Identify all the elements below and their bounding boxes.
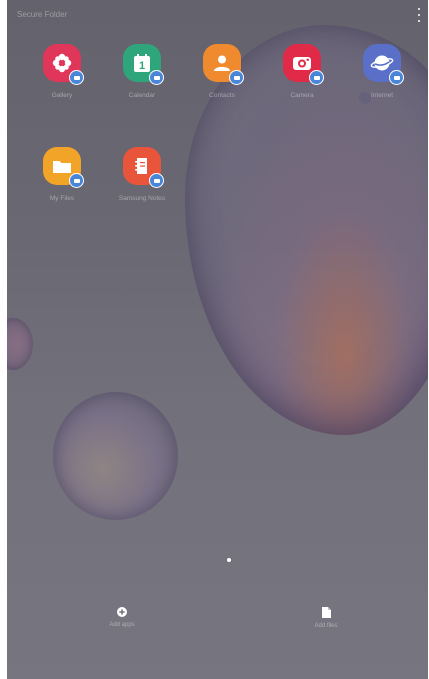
- contacts-icon: [203, 44, 244, 85]
- calendar-day-text: 1: [139, 60, 145, 72]
- app-label: My Files: [49, 195, 75, 202]
- add-apps-button[interactable]: Add apps: [87, 607, 157, 628]
- app-label: Contacts: [209, 92, 235, 99]
- app-label: Camera: [290, 92, 314, 99]
- app-gallery[interactable]: Gallery: [24, 44, 100, 99]
- add-files-label: Add files: [314, 623, 338, 629]
- secure-badge-icon: [229, 70, 244, 85]
- app-label: Calendar: [128, 92, 156, 99]
- internet-icon: [363, 44, 404, 85]
- file-icon: [321, 607, 331, 618]
- app-label: Gallery: [51, 92, 73, 99]
- gallery-icon: [43, 44, 84, 85]
- add-apps-label: Add apps: [109, 622, 135, 628]
- folder-icon: [43, 147, 84, 188]
- wallpaper-bubble: [53, 392, 178, 520]
- secure-badge-icon: [69, 173, 84, 188]
- secure-badge-icon: [389, 70, 404, 85]
- secure-badge-icon: [149, 173, 164, 188]
- app-calendar[interactable]: 1 Calendar: [104, 44, 180, 99]
- page-indicator: [227, 558, 231, 562]
- app-internet[interactable]: Internet: [344, 44, 420, 99]
- app-label: Samsung Notes: [118, 195, 166, 202]
- secure-badge-icon: [309, 70, 324, 85]
- app-my-files[interactable]: My Files: [24, 147, 100, 202]
- plus-circle-icon: [117, 607, 127, 617]
- app-label: Internet: [370, 92, 394, 99]
- app-contacts[interactable]: Contacts: [184, 44, 260, 99]
- wallpaper-bubble: [7, 318, 33, 370]
- app-samsung-notes[interactable]: Samsung Notes: [104, 147, 180, 202]
- app-grid: Gallery 1 Calendar Contacts Camera Inter…: [7, 0, 428, 220]
- add-files-button[interactable]: Add files: [291, 607, 361, 629]
- notes-icon: [123, 147, 164, 188]
- secure-badge-icon: [69, 70, 84, 85]
- secure-badge-icon: [149, 70, 164, 85]
- secure-folder-screen: Secure Folder Gallery 1 Calendar Contact…: [7, 0, 428, 679]
- calendar-icon: 1: [123, 44, 164, 85]
- app-camera[interactable]: Camera: [264, 44, 340, 99]
- camera-icon: [283, 44, 324, 85]
